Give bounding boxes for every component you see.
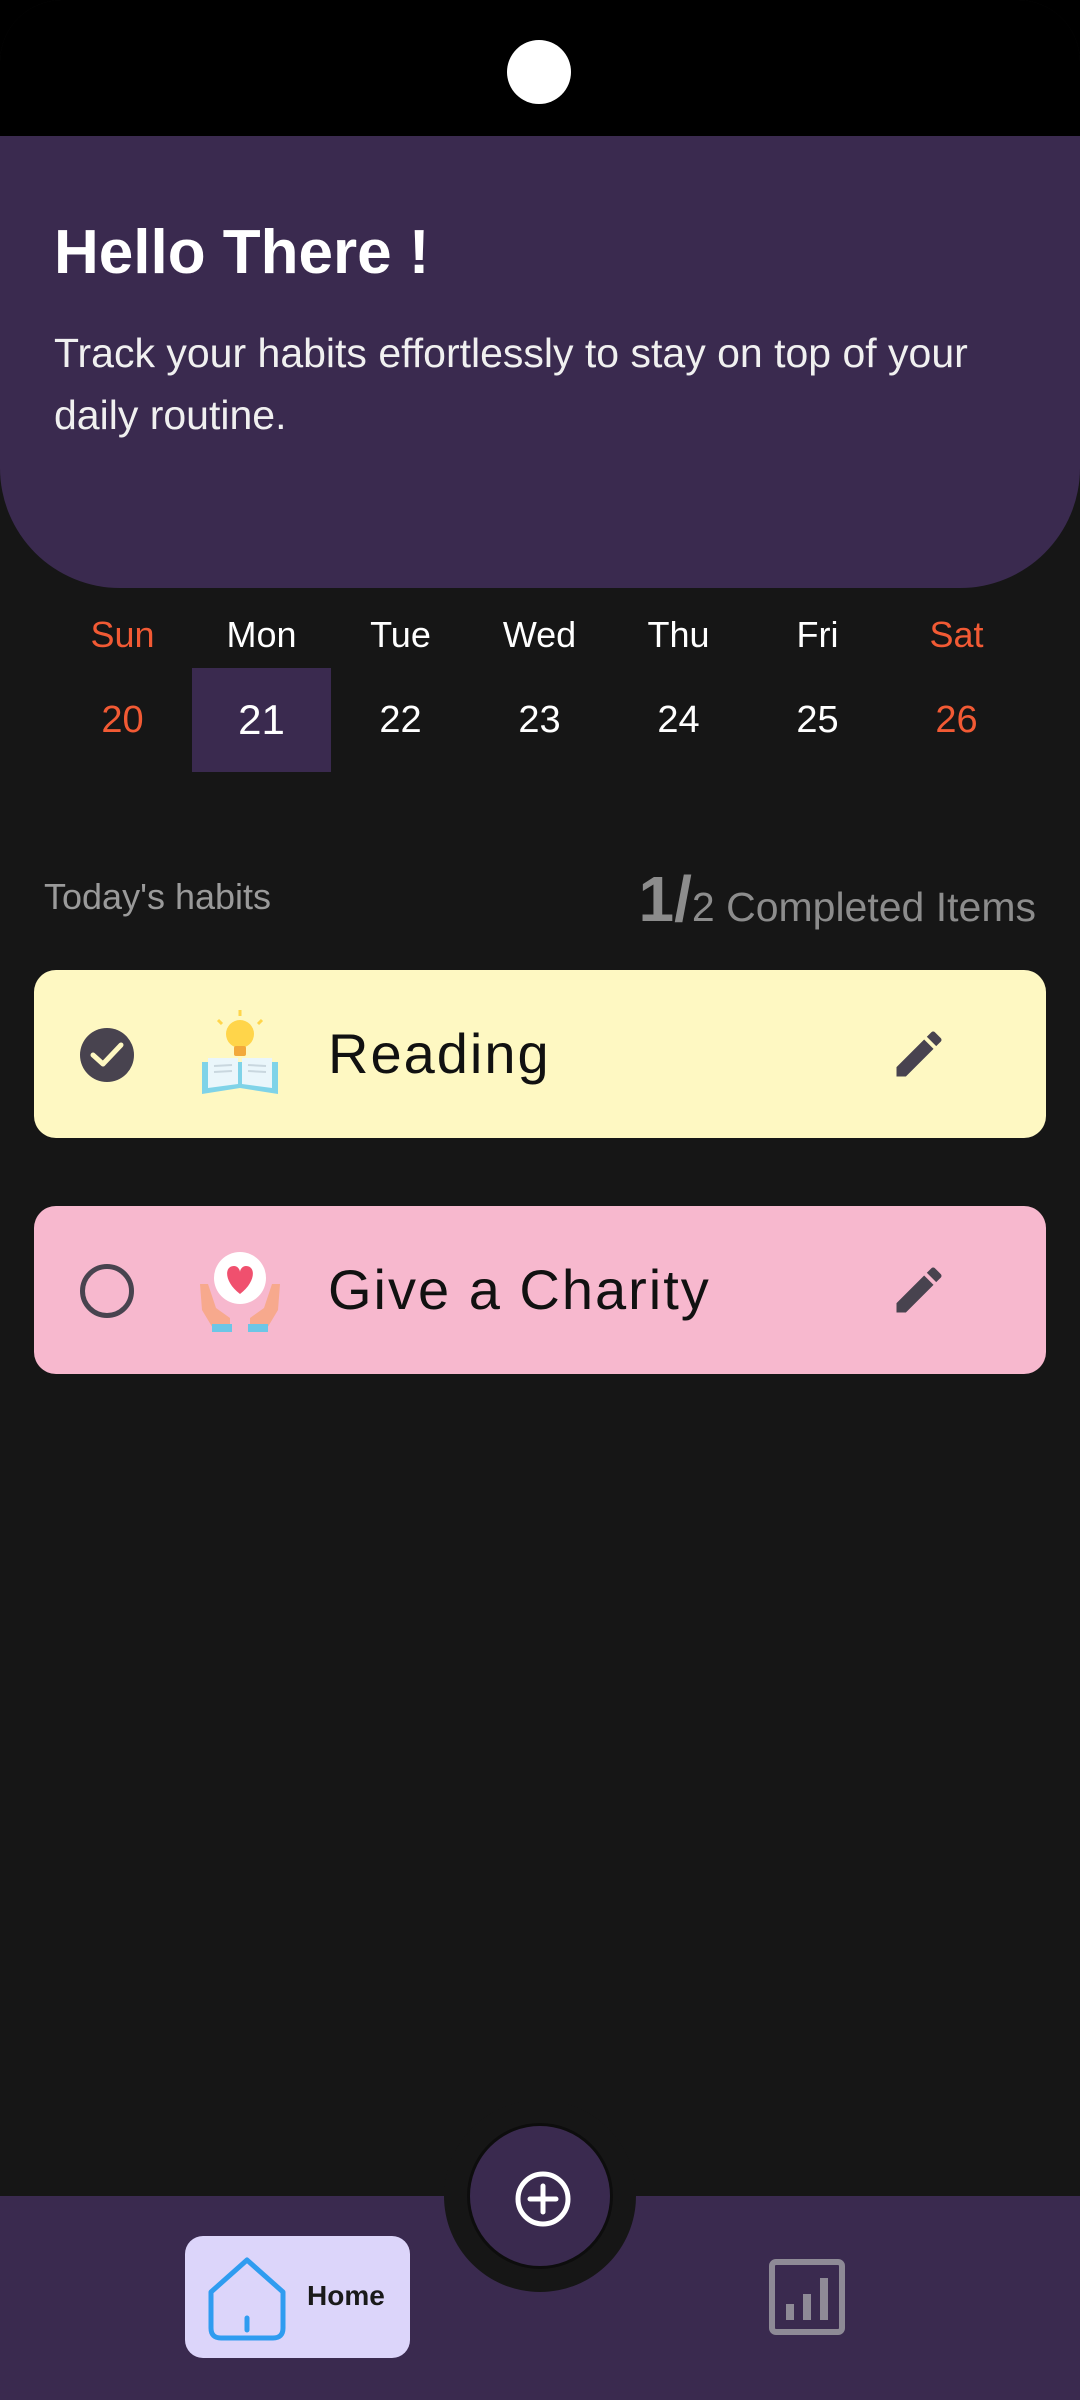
day-wed[interactable]: Wed 23 <box>470 600 609 775</box>
day-number: 25 <box>796 699 839 741</box>
add-habit-button[interactable] <box>467 2123 613 2269</box>
bar-chart-icon <box>769 2259 845 2335</box>
day-mon[interactable]: Mon 21 <box>192 600 331 775</box>
habits-section-label: Today's habits <box>44 876 272 917</box>
nav-home-label: Home <box>307 2280 385 2311</box>
day-thu[interactable]: Thu 24 <box>609 600 748 775</box>
day-number: 26 <box>935 699 978 741</box>
day-number: 22 <box>379 699 422 741</box>
day-number: 20 <box>101 699 144 741</box>
camera-cutout <box>507 40 571 104</box>
page-subtitle: Track your habits effortlessly to stay o… <box>54 330 968 438</box>
completed-count: 1/ <box>638 863 692 935</box>
home-icon <box>208 2257 286 2341</box>
day-sun[interactable]: Sun 20 <box>53 600 192 775</box>
charity-heart-hands-icon <box>194 1244 286 1336</box>
day-name: Tue <box>370 614 431 655</box>
edit-pencil-icon[interactable] <box>889 1260 949 1320</box>
day-number: 23 <box>518 699 561 741</box>
habit-checkbox-checked[interactable] <box>80 1028 134 1082</box>
nav-home-button[interactable]: Home <box>185 2236 410 2358</box>
nav-stats-button[interactable] <box>768 2258 846 2336</box>
day-name: Sun <box>90 614 155 655</box>
habit-name: Reading <box>328 1022 551 1085</box>
page-title: Hello There ! <box>54 218 430 287</box>
completed-text: 2 Completed Items <box>691 884 1036 930</box>
day-number: 21 <box>192 668 331 772</box>
check-icon <box>90 1042 124 1067</box>
habit-card-reading[interactable]: Reading <box>34 970 1046 1138</box>
app-screen: Hello There ! Track your habits effortle… <box>0 0 1080 2400</box>
day-name: Sat <box>929 614 984 655</box>
day-number: 24 <box>657 699 700 741</box>
day-name: Mon <box>226 614 297 655</box>
book-lightbulb-icon <box>194 1008 286 1100</box>
day-fri[interactable]: Fri 25 <box>748 600 887 775</box>
habit-name: Give a Charity <box>328 1258 711 1321</box>
edit-pencil-icon[interactable] <box>889 1024 949 1084</box>
add-circle-icon <box>515 2171 571 2227</box>
day-name: Wed <box>502 614 577 655</box>
day-tue[interactable]: Tue 22 <box>331 600 470 775</box>
week-calendar: Sun 20 Mon 21 Tue 22 Wed 23 Thu 24 Fri 2… <box>53 600 1027 775</box>
completed-counter: 1/2 Completed Items <box>639 862 1036 936</box>
habit-card-charity[interactable]: Give a Charity <box>34 1206 1046 1374</box>
habit-checkbox-unchecked[interactable] <box>80 1264 134 1318</box>
day-sat[interactable]: Sat 26 <box>887 600 1026 775</box>
day-name: Thu <box>647 614 710 655</box>
day-name: Fri <box>796 614 839 655</box>
status-bar <box>0 0 1080 136</box>
